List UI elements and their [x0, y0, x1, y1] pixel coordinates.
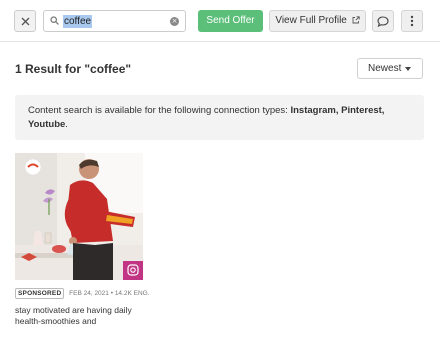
view-full-profile-button[interactable]: View Full Profile	[269, 10, 366, 32]
chevron-down-icon	[405, 67, 411, 71]
search-value[interactable]: coffee	[63, 15, 93, 28]
search-icon	[50, 16, 59, 25]
notice-period: .	[65, 119, 68, 130]
post-date: FEB 24, 2021	[69, 290, 109, 297]
view-full-profile-label: View Full Profile	[275, 15, 347, 26]
external-link-icon	[352, 16, 360, 24]
more-options-button[interactable]	[401, 10, 423, 32]
post-engagement: 14.2K ENG.	[114, 290, 150, 297]
post-caption-line-1: stay motivated are having daily	[15, 305, 132, 315]
post-caption: stay motivated are having daily health-s…	[15, 305, 145, 327]
notice-text: Content search is available for the foll…	[28, 105, 291, 116]
top-toolbar: coffee × Send Offer View Full Profile	[0, 0, 440, 42]
send-offer-button[interactable]: Send Offer	[198, 10, 263, 32]
close-icon	[21, 17, 29, 25]
instagram-icon	[123, 261, 143, 280]
results-heading: 1 Result for "coffee"	[15, 62, 132, 76]
clear-search-icon[interactable]: ×	[170, 17, 179, 26]
post-thumbnail[interactable]	[15, 153, 143, 280]
chat-bubble-icon	[377, 15, 389, 27]
post-meta: SPONSORED FEB 24, 2021 • 14.2K ENG.	[15, 288, 150, 299]
sponsored-badge: SPONSORED	[15, 288, 65, 299]
content-search-notice: Content search is available for the foll…	[15, 95, 424, 140]
close-button[interactable]	[14, 10, 36, 32]
vertical-dots-icon	[410, 15, 414, 27]
post-caption-line-2: health-smoothies and	[15, 316, 97, 326]
sort-label: Newest	[368, 63, 402, 74]
sort-dropdown[interactable]: Newest	[357, 58, 423, 79]
message-button[interactable]	[372, 10, 394, 32]
meta-separator: •	[110, 290, 113, 297]
search-input[interactable]: coffee ×	[43, 10, 186, 32]
